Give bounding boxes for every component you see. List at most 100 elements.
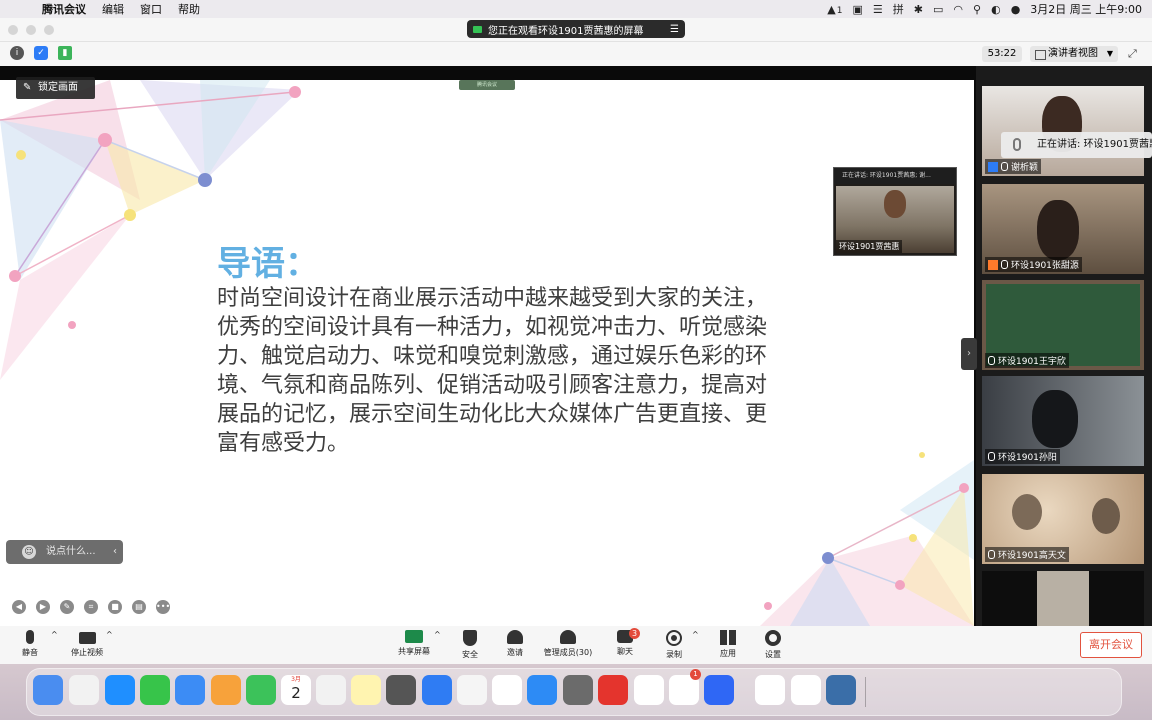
- mini-meeting-bar[interactable]: 腾讯会议: [459, 80, 515, 90]
- menu-window[interactable]: 窗口: [132, 1, 170, 17]
- close-window-button[interactable]: [8, 25, 18, 35]
- manage-participants-button[interactable]: 管理成员(30): [543, 630, 593, 658]
- recent-document-icon[interactable]: [911, 675, 941, 705]
- system-preferences-icon[interactable]: [563, 675, 593, 705]
- share-screen-button[interactable]: 共享屏幕: [397, 630, 431, 657]
- app-store-icon[interactable]: [527, 675, 557, 705]
- security-shield-icon[interactable]: ✓: [34, 46, 48, 60]
- recent-document-icon[interactable]: [1052, 675, 1082, 705]
- next-icon[interactable]: ▶: [36, 600, 50, 614]
- banner-menu-icon[interactable]: ☰: [670, 24, 679, 35]
- wps-icon[interactable]: ▣: [853, 3, 863, 16]
- notes-icon[interactable]: [351, 675, 381, 705]
- emoji-icon[interactable]: ☺: [22, 545, 36, 559]
- manage-participants-label: 管理成员(30): [543, 648, 593, 657]
- bluetooth-icon[interactable]: ✱: [914, 3, 923, 16]
- video-options-chevron-icon[interactable]: ^: [106, 630, 113, 639]
- invite-button[interactable]: 邀请: [503, 630, 527, 658]
- microphone-icon: [26, 630, 34, 644]
- mic-muted-icon: [988, 452, 995, 461]
- baidu-netdisk-icon[interactable]: [791, 675, 821, 705]
- video-icon[interactable]: ■: [108, 600, 122, 614]
- mute-button[interactable]: 静音: [17, 630, 43, 658]
- wifi-icon[interactable]: ◠: [953, 3, 963, 16]
- stop-video-label: 停止视频: [71, 648, 103, 657]
- record-label: 录制: [666, 650, 682, 659]
- recent-document-icon[interactable]: [1017, 675, 1047, 705]
- participant-tile[interactable]: 环设1901张甜源: [982, 184, 1144, 274]
- messages-icon[interactable]: [140, 675, 170, 705]
- reminders-icon[interactable]: [316, 675, 346, 705]
- tencent-meeting-icon[interactable]: [704, 675, 734, 705]
- photos-icon[interactable]: [211, 675, 241, 705]
- launchpad-icon[interactable]: [69, 675, 99, 705]
- lock-view-button[interactable]: ✎ 锁定画面: [16, 77, 95, 99]
- screenshot-icon[interactable]: ⌗: [84, 600, 98, 614]
- safari-icon[interactable]: [105, 675, 135, 705]
- numbers-icon[interactable]: [457, 675, 487, 705]
- keynote-icon[interactable]: [422, 675, 452, 705]
- participant-tile[interactable]: 环设1901王宇欣: [982, 280, 1144, 370]
- previous-icon[interactable]: ◀: [12, 600, 26, 614]
- netease-music-icon[interactable]: [598, 675, 628, 705]
- calendar-icon[interactable]: 3月 2: [281, 675, 311, 705]
- recent-document-icon[interactable]: [981, 675, 1011, 705]
- quick-chat-input[interactable]: ☺ 说点什么... ‹: [6, 540, 123, 564]
- finder-icon[interactable]: [33, 675, 63, 705]
- pen-icon[interactable]: ✎: [60, 600, 74, 614]
- apps-button[interactable]: 应用: [716, 630, 740, 659]
- slide-title: 导语：: [217, 244, 319, 284]
- mail-icon[interactable]: [175, 675, 205, 705]
- presenter-video-thumbnail[interactable]: 正在讲话: 环设1901贾茜惠; 谢... 环设1901贾茜惠: [833, 167, 957, 256]
- settings-button[interactable]: 设置: [761, 630, 785, 660]
- more-icon[interactable]: •••: [156, 600, 170, 614]
- wps-icon[interactable]: [755, 675, 785, 705]
- chevron-left-icon[interactable]: ‹: [113, 540, 117, 564]
- audio-options-chevron-icon[interactable]: ^: [51, 630, 58, 639]
- participant-tile[interactable]: 环设1901高天文: [982, 474, 1144, 564]
- battery-icon[interactable]: ▭: [933, 3, 943, 16]
- menu-clock[interactable]: 3月2日 周三 上午9:00: [1030, 1, 1142, 17]
- trash-icon[interactable]: [1088, 675, 1118, 705]
- participant-tile[interactable]: 谢析颖: [982, 86, 1144, 176]
- participant-tile[interactable]: [982, 571, 1144, 626]
- preview-icon[interactable]: [826, 675, 856, 705]
- comment-icon[interactable]: ▤: [132, 600, 146, 614]
- meeting-toolbar: 静音 ^ 停止视频 ^ 共享屏幕 ^ 安全 邀请 管理成员(30) 聊天 录制 …: [0, 626, 1152, 664]
- collapse-gallery-button[interactable]: ›: [961, 338, 977, 370]
- view-mode-dropdown[interactable]: 演讲者视图 ▼: [1030, 46, 1118, 62]
- record-button[interactable]: 录制: [662, 630, 686, 660]
- qq-badge: 1: [690, 669, 701, 680]
- zoom-window-button[interactable]: [44, 25, 54, 35]
- host-icon: [988, 259, 998, 270]
- pages-icon[interactable]: [492, 675, 522, 705]
- siri-icon[interactable]: ●: [1011, 3, 1021, 16]
- screen-share-icon: [473, 25, 482, 33]
- notification-bell-icon[interactable]: ▲1: [827, 3, 842, 16]
- share-options-chevron-icon[interactable]: ^: [434, 630, 441, 639]
- wps-office-icon[interactable]: [634, 675, 664, 705]
- recent-document-icon[interactable]: [947, 675, 977, 705]
- stop-video-button[interactable]: 停止视频: [68, 630, 106, 658]
- viewing-share-banner[interactable]: 您正在观看环设1901贾茜惠的屏幕 ☰: [467, 20, 685, 38]
- participant-name-tag: 谢析颖: [985, 159, 1042, 174]
- participant-tile[interactable]: 环设1901孙阳: [982, 376, 1144, 466]
- facetime-icon[interactable]: [246, 675, 276, 705]
- input-method-icon[interactable]: 拼: [893, 1, 904, 17]
- fullscreen-icon[interactable]: ⤢: [1128, 47, 1142, 61]
- menu-edit[interactable]: 编辑: [94, 1, 132, 17]
- menu-app-name[interactable]: 腾讯会议: [34, 1, 94, 17]
- calculator-icon[interactable]: [386, 675, 416, 705]
- menu-help[interactable]: 帮助: [170, 1, 208, 17]
- leave-meeting-button[interactable]: 离开会议: [1080, 632, 1142, 658]
- network-signal-icon[interactable]: ▮: [58, 46, 72, 60]
- spotlight-search-icon[interactable]: ⚲: [973, 3, 981, 16]
- record-options-chevron-icon[interactable]: ^: [692, 630, 699, 639]
- control-center-icon[interactable]: ◐: [991, 3, 1001, 16]
- record-icon: [666, 630, 682, 646]
- stack-icon[interactable]: ☰: [873, 3, 883, 16]
- downloads-folder-icon[interactable]: [877, 675, 907, 705]
- meeting-info-icon[interactable]: i: [10, 46, 24, 60]
- security-button[interactable]: 安全: [458, 630, 482, 660]
- minimize-window-button[interactable]: [26, 25, 36, 35]
